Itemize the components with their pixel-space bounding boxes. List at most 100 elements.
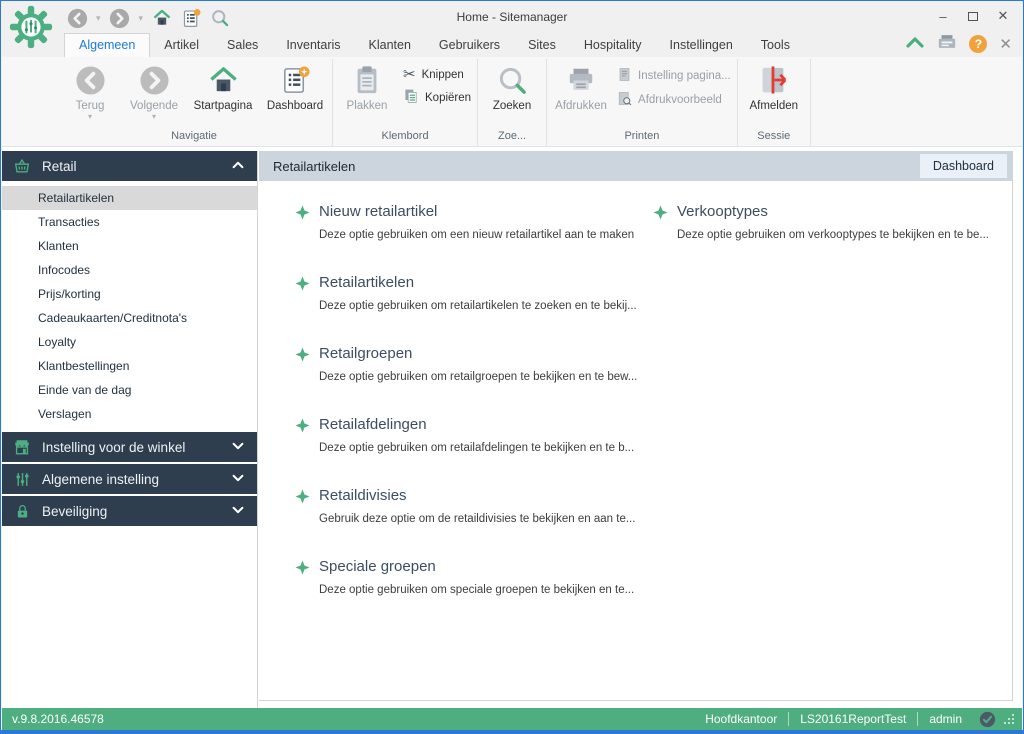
- sidebar-item-infocodes[interactable]: Infocodes: [2, 258, 257, 282]
- search-icon[interactable]: [209, 7, 231, 29]
- window-layout-icon[interactable]: [937, 33, 957, 55]
- volgende-button[interactable]: Volgende ▾: [122, 59, 186, 121]
- close-button[interactable]: ✕: [988, 3, 1018, 29]
- dashboard-list-icon[interactable]: [180, 7, 202, 29]
- dashboard-view-button[interactable]: Dashboard: [919, 154, 1007, 178]
- sidebar-item-loyalty[interactable]: Loyalty: [2, 330, 257, 354]
- tab-tools[interactable]: Tools: [747, 34, 804, 57]
- zoeken-button[interactable]: Zoeken: [480, 59, 544, 112]
- tab-sites[interactable]: Sites: [514, 34, 570, 57]
- sidebar-section-retail[interactable]: Retail: [2, 151, 257, 181]
- quick-access-toolbar: ▾ ▾: [66, 6, 231, 30]
- link-retailgroepen[interactable]: Retailgroepen Deze optie gebruiken om re…: [295, 345, 637, 383]
- link-retailafdelingen[interactable]: Retailafdelingen Deze optie gebruiken om…: [295, 416, 634, 454]
- version-label: v.9.8.2016.46578: [12, 712, 104, 726]
- back-dropdown-caret[interactable]: ▾: [96, 13, 101, 24]
- link-retaildivisies[interactable]: Retaildivisies Gebruik deze optie om de …: [295, 487, 635, 525]
- help-icon[interactable]: ?: [969, 35, 988, 53]
- group-label-navigatie: Navigatie: [171, 130, 217, 142]
- sparkle-icon: [295, 205, 310, 225]
- tab-inventaris[interactable]: Inventaris: [272, 34, 354, 57]
- afdrukken-button[interactable]: Afdrukken: [549, 59, 613, 112]
- startpagina-button[interactable]: Startpagina: [186, 59, 260, 112]
- connection-check-icon: [979, 711, 996, 728]
- sidebar-item-klanten[interactable]: Klanten: [2, 234, 257, 258]
- sidebar-item-verslagen[interactable]: Verslagen: [2, 402, 257, 426]
- content-column-right: Verkooptypes Deze optie gebruiken om ver…: [653, 203, 999, 274]
- tab-instellingen[interactable]: Instellingen: [656, 34, 747, 57]
- tab-algemeen[interactable]: Algemeen: [64, 33, 151, 57]
- clipboard-icon: [352, 63, 382, 97]
- afdrukvoorbeeld-button[interactable]: Afdrukvoorbeeld: [617, 91, 731, 109]
- ribbon: Terug ▾ Volgende ▾ Startpagina Dashboard…: [2, 57, 1022, 147]
- sidebar-section-algemene-instelling[interactable]: Algemene instelling: [2, 464, 257, 494]
- main-area: Retail Retailartikelen Transacties Klant…: [2, 147, 1022, 708]
- kopieren-button[interactable]: Kopiëren: [403, 88, 471, 107]
- scissors-icon: ✂: [403, 66, 416, 83]
- terug-button[interactable]: Terug ▾: [58, 59, 122, 121]
- group-label-printen: Printen: [624, 130, 660, 142]
- sidebar-section-instelling-winkel[interactable]: Instelling voor de winkel: [2, 432, 257, 462]
- link-verkooptypes[interactable]: Verkooptypes Deze optie gebruiken om ver…: [653, 203, 999, 241]
- plakken-button[interactable]: Plakken: [335, 59, 399, 112]
- app-logo-icon: [9, 5, 53, 55]
- titlebar: Home - Sitemanager ▾ ▾ – ✕: [2, 2, 1022, 32]
- back-icon[interactable]: [66, 7, 88, 29]
- ribbon-group-klembord: Plakken ✂ Knippen Kopiëren Klembord: [333, 59, 479, 146]
- logout-icon: [759, 63, 789, 97]
- sparkle-icon: [295, 560, 310, 580]
- status-location: Hoofdkantoor: [705, 712, 778, 726]
- instelling-pagina-button[interactable]: Instelling pagina...: [617, 67, 731, 85]
- status-user: admin: [929, 712, 962, 726]
- forward-icon[interactable]: [109, 7, 131, 29]
- collapse-ribbon-icon[interactable]: [905, 35, 925, 54]
- sidebar-section-label: Retail: [42, 158, 77, 174]
- ribbon-group-printen: Afdrukken Instelling pagina... Afdrukvoo…: [547, 59, 738, 146]
- link-speciale-groepen[interactable]: Speciale groepen Deze optie gebruiken om…: [295, 558, 634, 596]
- knippen-button[interactable]: ✂ Knippen: [403, 67, 471, 82]
- maximize-icon: [968, 11, 978, 21]
- tab-sales[interactable]: Sales: [213, 34, 272, 57]
- sidebar-section-label: Algemene instelling: [42, 471, 160, 487]
- resize-grip[interactable]: [1004, 714, 1014, 724]
- home-icon[interactable]: [151, 7, 173, 29]
- printer-icon: [566, 63, 596, 97]
- sidebar-item-cadeaukaarten[interactable]: Cadeaukaarten/Creditnota's: [2, 306, 257, 330]
- basket-icon: [12, 156, 32, 176]
- window-controls: – ✕: [928, 2, 1018, 30]
- dashboard-button[interactable]: Dashboard: [260, 59, 330, 112]
- afmelden-button[interactable]: Afmelden: [740, 59, 808, 112]
- sidebar-item-prijs-korting[interactable]: Prijs/korting: [2, 282, 257, 306]
- close-pane-icon[interactable]: ✕: [999, 35, 1012, 53]
- sidebar-item-einde-van-de-dag[interactable]: Einde van de dag: [2, 378, 257, 402]
- status-database: LS20161ReportTest: [800, 712, 907, 726]
- sidebar-section-beveiliging[interactable]: Beveiliging: [2, 496, 257, 526]
- group-label-klembord: Klembord: [381, 130, 429, 142]
- forward-dropdown-caret[interactable]: ▾: [139, 13, 144, 24]
- window-bottom-border: [1, 730, 1023, 733]
- tab-gebruikers[interactable]: Gebruikers: [425, 34, 514, 57]
- sparkle-icon: [653, 205, 668, 225]
- sidebar-item-transacties[interactable]: Transacties: [2, 210, 257, 234]
- tab-hospitality[interactable]: Hospitality: [570, 34, 656, 57]
- link-retailartikelen[interactable]: Retailartikelen Deze optie gebruiken om …: [295, 274, 637, 312]
- page-title: Retailartikelen: [273, 158, 356, 174]
- dashboard-large-icon: [280, 63, 311, 97]
- sidebar-section-label: Beveiliging: [42, 503, 108, 519]
- content-column-left: Nieuw retailartikel Deze optie gebruiken…: [295, 203, 637, 629]
- status-bar: v.9.8.2016.46578 Hoofdkantoor LS20161Rep…: [2, 708, 1022, 730]
- tab-artikel[interactable]: Artikel: [150, 34, 213, 57]
- sidebar-item-retailartikelen[interactable]: Retailartikelen: [2, 186, 257, 210]
- terug-dropdown-caret: ▾: [87, 112, 92, 121]
- maximize-button[interactable]: [958, 3, 988, 29]
- search-large-icon: [497, 63, 528, 97]
- tab-klanten[interactable]: Klanten: [355, 34, 425, 57]
- sparkle-icon: [295, 489, 310, 509]
- sliders-icon: [12, 469, 32, 489]
- link-nieuw-retailartikel[interactable]: Nieuw retailartikel Deze optie gebruiken…: [295, 203, 634, 241]
- sidebar-item-klantbestellingen[interactable]: Klantbestellingen: [2, 354, 257, 378]
- chevron-down-icon: [231, 439, 245, 456]
- page-setup-icon: [617, 67, 632, 85]
- minimize-button[interactable]: –: [928, 3, 958, 29]
- chevron-down-icon: [231, 471, 245, 488]
